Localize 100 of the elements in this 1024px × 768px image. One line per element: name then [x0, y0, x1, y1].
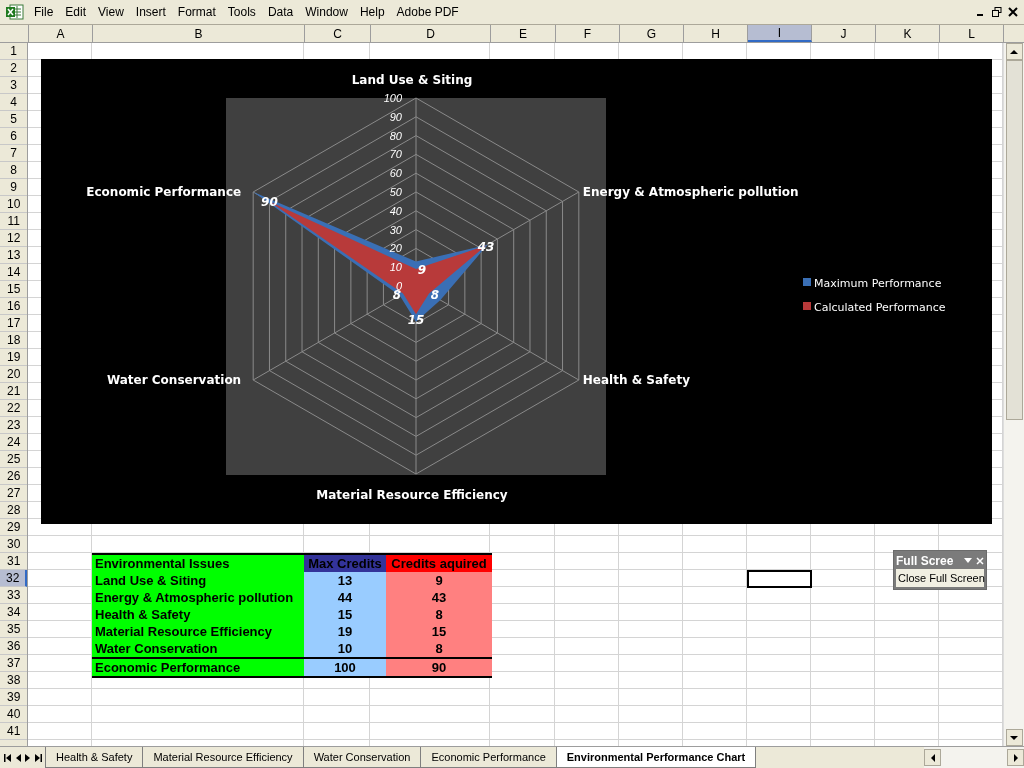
scroll-thumb[interactable]	[1005, 60, 1023, 420]
row-header[interactable]: 10	[0, 196, 28, 213]
table-cell: 43	[386, 589, 492, 606]
row-header[interactable]: 24	[0, 434, 28, 451]
row-header[interactable]: 18	[0, 332, 28, 349]
row-header[interactable]: 28	[0, 502, 28, 519]
table-cell: 15	[304, 606, 386, 623]
axis-tick-label: 60	[389, 167, 402, 180]
vertical-scrollbar[interactable]	[1003, 43, 1024, 746]
table-cell: Water Conservation	[92, 640, 304, 657]
menu-item[interactable]: File	[28, 3, 60, 21]
spreadsheet-app-icon[interactable]	[6, 4, 24, 20]
row-header[interactable]: 25	[0, 451, 28, 468]
row-header[interactable]: 6	[0, 128, 28, 145]
row-header[interactable]: 35	[0, 621, 28, 638]
row-header[interactable]: 4	[0, 94, 28, 111]
row-header[interactable]: 26	[0, 468, 28, 485]
row-header[interactable]: 36	[0, 638, 28, 655]
sheet-tab[interactable]: Health & Safety	[45, 747, 144, 768]
data-label: 43	[477, 239, 495, 254]
dropdown-icon[interactable]	[964, 558, 972, 564]
menu-item[interactable]: Window	[299, 3, 354, 21]
row-header[interactable]: 38	[0, 672, 28, 689]
menu-item[interactable]: Adobe PDF	[390, 3, 465, 21]
axis-tick-label: 90	[389, 110, 402, 123]
row-header[interactable]: 14	[0, 264, 28, 281]
row-header[interactable]: 40	[0, 706, 28, 723]
category-label: Material Resource Efficiency	[316, 488, 508, 502]
previous-sheet-icon[interactable]	[14, 753, 22, 762]
menu-item[interactable]: View	[92, 3, 130, 21]
row-header[interactable]: 1	[0, 43, 28, 60]
table-cell: Land Use & Siting	[92, 572, 304, 589]
row-header[interactable]: 15	[0, 281, 28, 298]
axis-tick-label: 40	[389, 204, 402, 217]
row-header[interactable]: 17	[0, 315, 28, 332]
sheet-tab[interactable]: Environmental Performance Chart	[555, 747, 757, 768]
row-header[interactable]: 27	[0, 485, 28, 502]
menu-item[interactable]: Insert	[129, 3, 172, 21]
category-label: Economic Performance	[86, 185, 242, 199]
close-icon[interactable]	[1008, 7, 1018, 17]
table-cell: 9	[386, 572, 492, 589]
table-cell: 90	[386, 659, 492, 676]
row-header[interactable]: 33	[0, 587, 28, 604]
row-header[interactable]: 3	[0, 77, 28, 94]
table-cell: 13	[304, 572, 386, 589]
axis-tick-label: 10	[389, 261, 402, 274]
column-heading: Credits aquired	[386, 555, 492, 572]
menu-item[interactable]: Format	[171, 3, 222, 21]
scroll-right-icon[interactable]	[1011, 753, 1020, 762]
row-header[interactable]: 37	[0, 655, 28, 672]
row-header[interactable]: 34	[0, 604, 28, 621]
menu-item[interactable]: Data	[261, 3, 300, 21]
first-sheet-icon[interactable]	[4, 753, 12, 762]
axis-tick-label: 50	[389, 186, 402, 198]
next-sheet-icon[interactable]	[24, 753, 32, 762]
axis-tick-label: 70	[389, 148, 402, 161]
row-header[interactable]: 21	[0, 383, 28, 400]
scroll-up-icon[interactable]	[1010, 47, 1019, 56]
row-header[interactable]: 31	[0, 553, 28, 570]
table-cell: Economic Performance	[92, 659, 304, 676]
last-sheet-icon[interactable]	[34, 753, 42, 762]
table-cell: Energy & Atmospheric pollution	[92, 589, 304, 606]
row-header[interactable]: 30	[0, 536, 28, 553]
row-header[interactable]: 5	[0, 111, 28, 128]
restore-icon[interactable]	[992, 7, 1002, 17]
horizontal-scrollbar[interactable]	[924, 747, 1024, 768]
row-header[interactable]: 9	[0, 179, 28, 196]
table-cell: 15	[386, 623, 492, 640]
table-cell: 8	[386, 640, 492, 657]
column-heading: Max Credits	[304, 555, 386, 572]
row-header[interactable]: 39	[0, 689, 28, 706]
row-header[interactable]: 19	[0, 349, 28, 366]
row-header[interactable]: 7	[0, 145, 28, 162]
legend-label: Calculated Performance	[814, 301, 946, 314]
row-header[interactable]: 29	[0, 519, 28, 536]
category-label: Health & Safety	[582, 373, 690, 387]
row-header[interactable]: 16	[0, 298, 28, 315]
row-header[interactable]: 22	[0, 400, 28, 417]
row-header[interactable]: 20	[0, 366, 28, 383]
row-header[interactable]: 2	[0, 60, 28, 77]
menu-item[interactable]: Tools	[221, 3, 262, 21]
column-header[interactable]: I	[748, 25, 812, 42]
axis-tick-label: 20	[389, 242, 402, 255]
row-header[interactable]: 11	[0, 213, 28, 230]
category-label: Water Conservation	[106, 373, 242, 387]
axis-tick-label: 100	[383, 92, 402, 104]
close-full-screen-button[interactable]: Close Full Screen	[896, 569, 984, 587]
menu-item[interactable]: Edit	[59, 3, 93, 21]
menu-item[interactable]: Help	[353, 3, 391, 21]
data-label: 90	[261, 195, 278, 210]
row-header[interactable]: 8	[0, 162, 28, 179]
table-cell: 19	[304, 623, 386, 640]
row-header[interactable]: 41	[0, 723, 28, 740]
selected-cell[interactable]	[747, 570, 812, 588]
row-header[interactable]: 32	[0, 570, 28, 587]
data-label: 8	[430, 287, 440, 302]
row-header[interactable]: 13	[0, 247, 28, 264]
scroll-down-icon[interactable]	[1010, 733, 1019, 742]
row-header[interactable]: 23	[0, 417, 28, 434]
row-header[interactable]: 12	[0, 230, 28, 247]
